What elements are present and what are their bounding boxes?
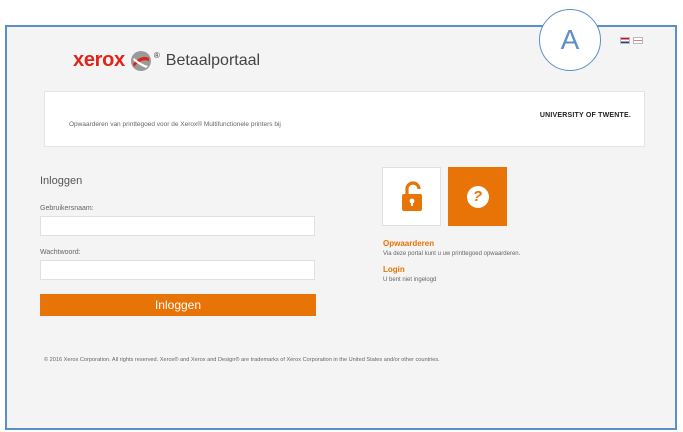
topup-description: Via deze portal kunt u uw printtegoed op… [383, 251, 521, 257]
flag-nl-icon[interactable] [620, 37, 630, 44]
login-status: U bent niet ingelogd [383, 277, 437, 283]
password-label: Wachtwoord: [40, 249, 81, 256]
password-field[interactable] [40, 260, 315, 280]
annotation-callout: A [539, 9, 601, 71]
login-button[interactable]: Inloggen [40, 294, 316, 316]
copyright-footer: © 2016 Xerox Corporation. All rights res… [44, 357, 440, 363]
banner-text: Opwaarderen van printtegoed voor de Xero… [69, 121, 281, 128]
page-header: xerox ® Betaalportaal A [7, 9, 675, 87]
trademark-symbol: ® [153, 51, 160, 60]
info-panel: Opwaarderen Via deze portal kunt u uw pr… [383, 239, 643, 283]
info-banner: Opwaarderen van printtegoed voor de Xero… [44, 91, 645, 147]
xerox-sphere-icon [130, 50, 151, 71]
brand-name: xerox [73, 49, 125, 71]
language-switcher [620, 37, 643, 44]
lock-icon [401, 180, 422, 211]
login-title: Inloggen [40, 175, 83, 187]
topup-tile[interactable] [382, 167, 441, 226]
username-field[interactable] [40, 216, 315, 236]
xerox-logo: xerox ® Betaalportaal [73, 49, 260, 72]
login-form: Inloggen Gebruikersnaam: Wachtwoord: Inl… [40, 175, 320, 316]
help-icon: ? [466, 185, 489, 208]
username-label: Gebruikersnaam: [40, 205, 94, 212]
portal-title: Betaalportaal [165, 51, 261, 69]
topup-link[interactable]: Opwaarderen [383, 239, 643, 248]
login-link[interactable]: Login [383, 265, 643, 274]
browser-frame: xerox ® Betaalportaal A Opwaarderen van … [5, 9, 677, 430]
university-logo: UNIVERSITY OF TWENTE. [539, 112, 631, 119]
flag-en-icon[interactable] [633, 37, 643, 44]
help-tile[interactable]: ? [448, 167, 507, 226]
